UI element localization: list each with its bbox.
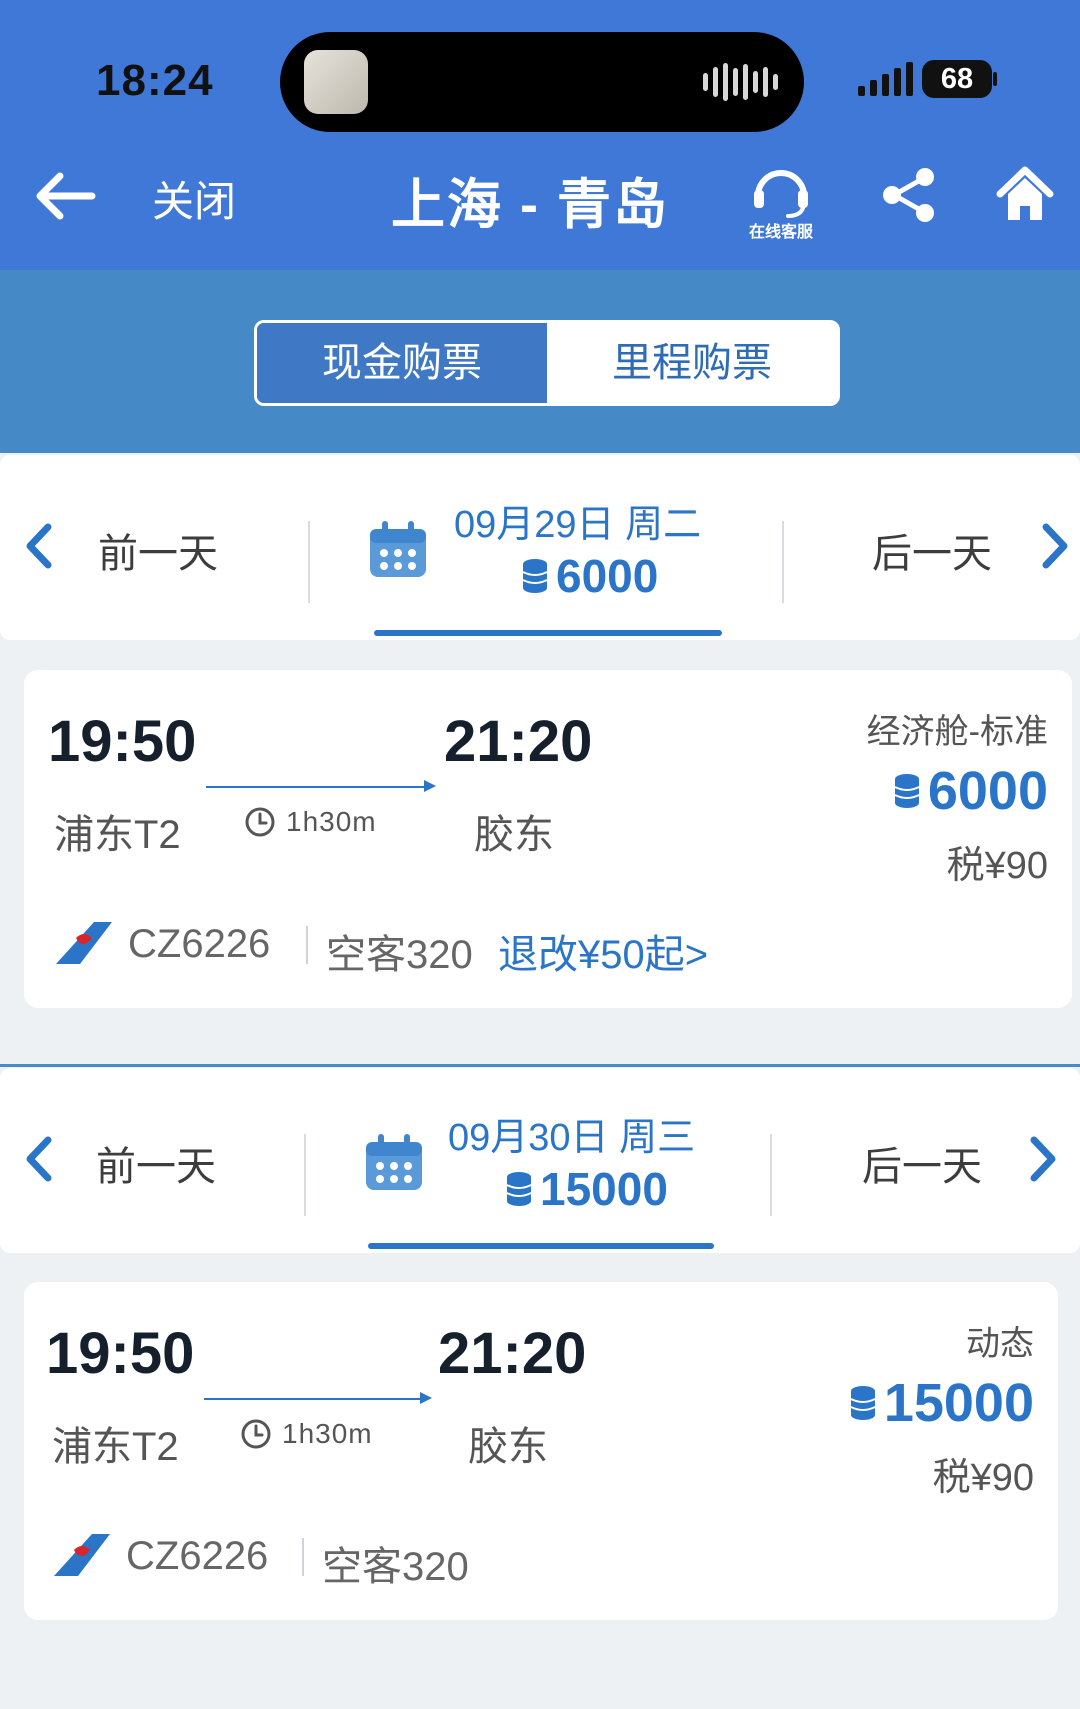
chevron-left-icon[interactable]	[20, 521, 56, 571]
arrival-airport: 胶东	[468, 1425, 548, 1469]
clock-icon	[241, 1419, 271, 1449]
flight-price-value: 6000	[927, 761, 1048, 821]
section-separator	[0, 1064, 1080, 1067]
arrival-time: 21:20	[444, 709, 593, 774]
flight-number: CZ6226	[126, 1534, 269, 1578]
previous-day-button[interactable]: 前一天	[96, 1134, 216, 1192]
now-playing-thumbnail	[304, 50, 368, 114]
calendar-icon[interactable]	[362, 1130, 426, 1194]
battery-cap	[993, 72, 997, 86]
chevron-right-icon[interactable]	[1026, 1134, 1062, 1184]
home-icon[interactable]	[996, 164, 1054, 224]
purchase-type-bar: 现金购票 里程购票	[0, 270, 1080, 453]
lowest-price: 15000	[506, 1162, 668, 1216]
flight-price-value: 15000	[883, 1373, 1034, 1433]
divider	[770, 1134, 772, 1216]
selected-date[interactable]: 09月29日 周二	[454, 493, 701, 548]
flight-duration: 1h30m	[240, 1418, 373, 1450]
selected-date-indicator	[374, 630, 722, 636]
coin-stack-icon	[894, 774, 920, 808]
departure-time: 19:50	[48, 709, 197, 774]
miles-purchase-tab[interactable]: 里程购票	[547, 323, 837, 403]
previous-day-button[interactable]: 前一天	[98, 521, 218, 579]
calendar-icon[interactable]	[366, 517, 430, 581]
divider	[306, 926, 308, 964]
aircraft-type: 空客320	[322, 1545, 469, 1589]
duration-text: 1h30m	[282, 1418, 373, 1449]
cabin-class: 动态	[966, 1325, 1034, 1363]
coin-stack-icon	[850, 1386, 876, 1420]
selected-date-indicator	[368, 1243, 714, 1249]
audio-wave-icon	[703, 62, 778, 102]
date-selector: 前一天 09月29日 周二 6000 后一天	[0, 455, 1080, 640]
lowest-price: 6000	[522, 549, 658, 603]
back-arrow-icon[interactable]	[34, 170, 96, 222]
arrival-time: 21:20	[438, 1321, 587, 1386]
refund-change-link[interactable]: 退改¥50起>	[498, 922, 708, 980]
online-service-button[interactable]: 在线客服	[740, 156, 822, 241]
departure-airport: 浦东T2	[52, 1425, 179, 1469]
tax-amount: 税¥90	[946, 845, 1048, 887]
coin-stack-icon	[506, 1172, 532, 1206]
headset-icon	[754, 170, 808, 218]
lowest-price-value: 15000	[540, 1163, 668, 1215]
route-line	[204, 1398, 426, 1400]
selected-date[interactable]: 09月30日 周三	[448, 1106, 695, 1161]
tax-amount: 税¥90	[932, 1457, 1034, 1499]
duration-text: 1h30m	[286, 806, 377, 837]
china-southern-logo	[54, 1534, 110, 1576]
route-arrow-icon	[420, 1392, 432, 1404]
close-button[interactable]: 关闭	[152, 168, 236, 229]
flight-price: 6000	[894, 760, 1048, 822]
status-time: 18:24	[96, 56, 214, 105]
purchase-type-segment: 现金购票 里程购票	[254, 320, 840, 406]
top-bar: 18:24 68 关闭 上海 - 青岛 在线客服	[0, 0, 1080, 270]
departure-airport: 浦东T2	[54, 813, 181, 857]
coin-stack-icon	[522, 559, 548, 593]
chevron-right-icon[interactable]	[1038, 521, 1074, 571]
cabin-class: 经济舱-标准	[866, 713, 1048, 751]
divider	[782, 521, 784, 603]
signal-icon	[858, 62, 913, 96]
lowest-price-value: 6000	[556, 550, 659, 602]
cash-purchase-tab[interactable]: 现金购票	[257, 323, 547, 403]
online-service-label: 在线客服	[748, 224, 813, 241]
dynamic-island	[280, 32, 804, 132]
divider	[302, 1538, 304, 1576]
flight-card[interactable]: 19:50 21:20 浦东T2 1h30m 胶东 经济舱-标准 6000 税¥…	[24, 670, 1072, 1008]
next-day-button[interactable]: 后一天	[862, 1134, 982, 1192]
aircraft-type: 空客320	[326, 933, 473, 977]
clock-icon	[245, 807, 275, 837]
china-southern-logo	[56, 922, 112, 964]
chevron-left-icon[interactable]	[20, 1134, 56, 1184]
share-icon[interactable]	[880, 166, 938, 224]
divider	[308, 521, 310, 603]
divider	[304, 1134, 306, 1216]
flight-price: 15000	[850, 1372, 1034, 1434]
next-day-button[interactable]: 后一天	[872, 521, 992, 579]
page-title: 上海 - 青岛	[391, 175, 669, 235]
route-line	[206, 786, 428, 788]
departure-time: 19:50	[46, 1321, 195, 1386]
route-arrow-icon	[424, 780, 436, 792]
flight-number: CZ6226	[128, 922, 271, 966]
flight-duration: 1h30m	[244, 806, 377, 838]
flight-card[interactable]: 19:50 21:20 浦东T2 1h30m 胶东 动态 15000 税¥90 …	[24, 1282, 1058, 1620]
battery-indicator: 68	[922, 60, 992, 98]
date-selector: 前一天 09月30日 周三 15000 后一天	[0, 1068, 1080, 1253]
arrival-airport: 胶东	[474, 813, 554, 857]
